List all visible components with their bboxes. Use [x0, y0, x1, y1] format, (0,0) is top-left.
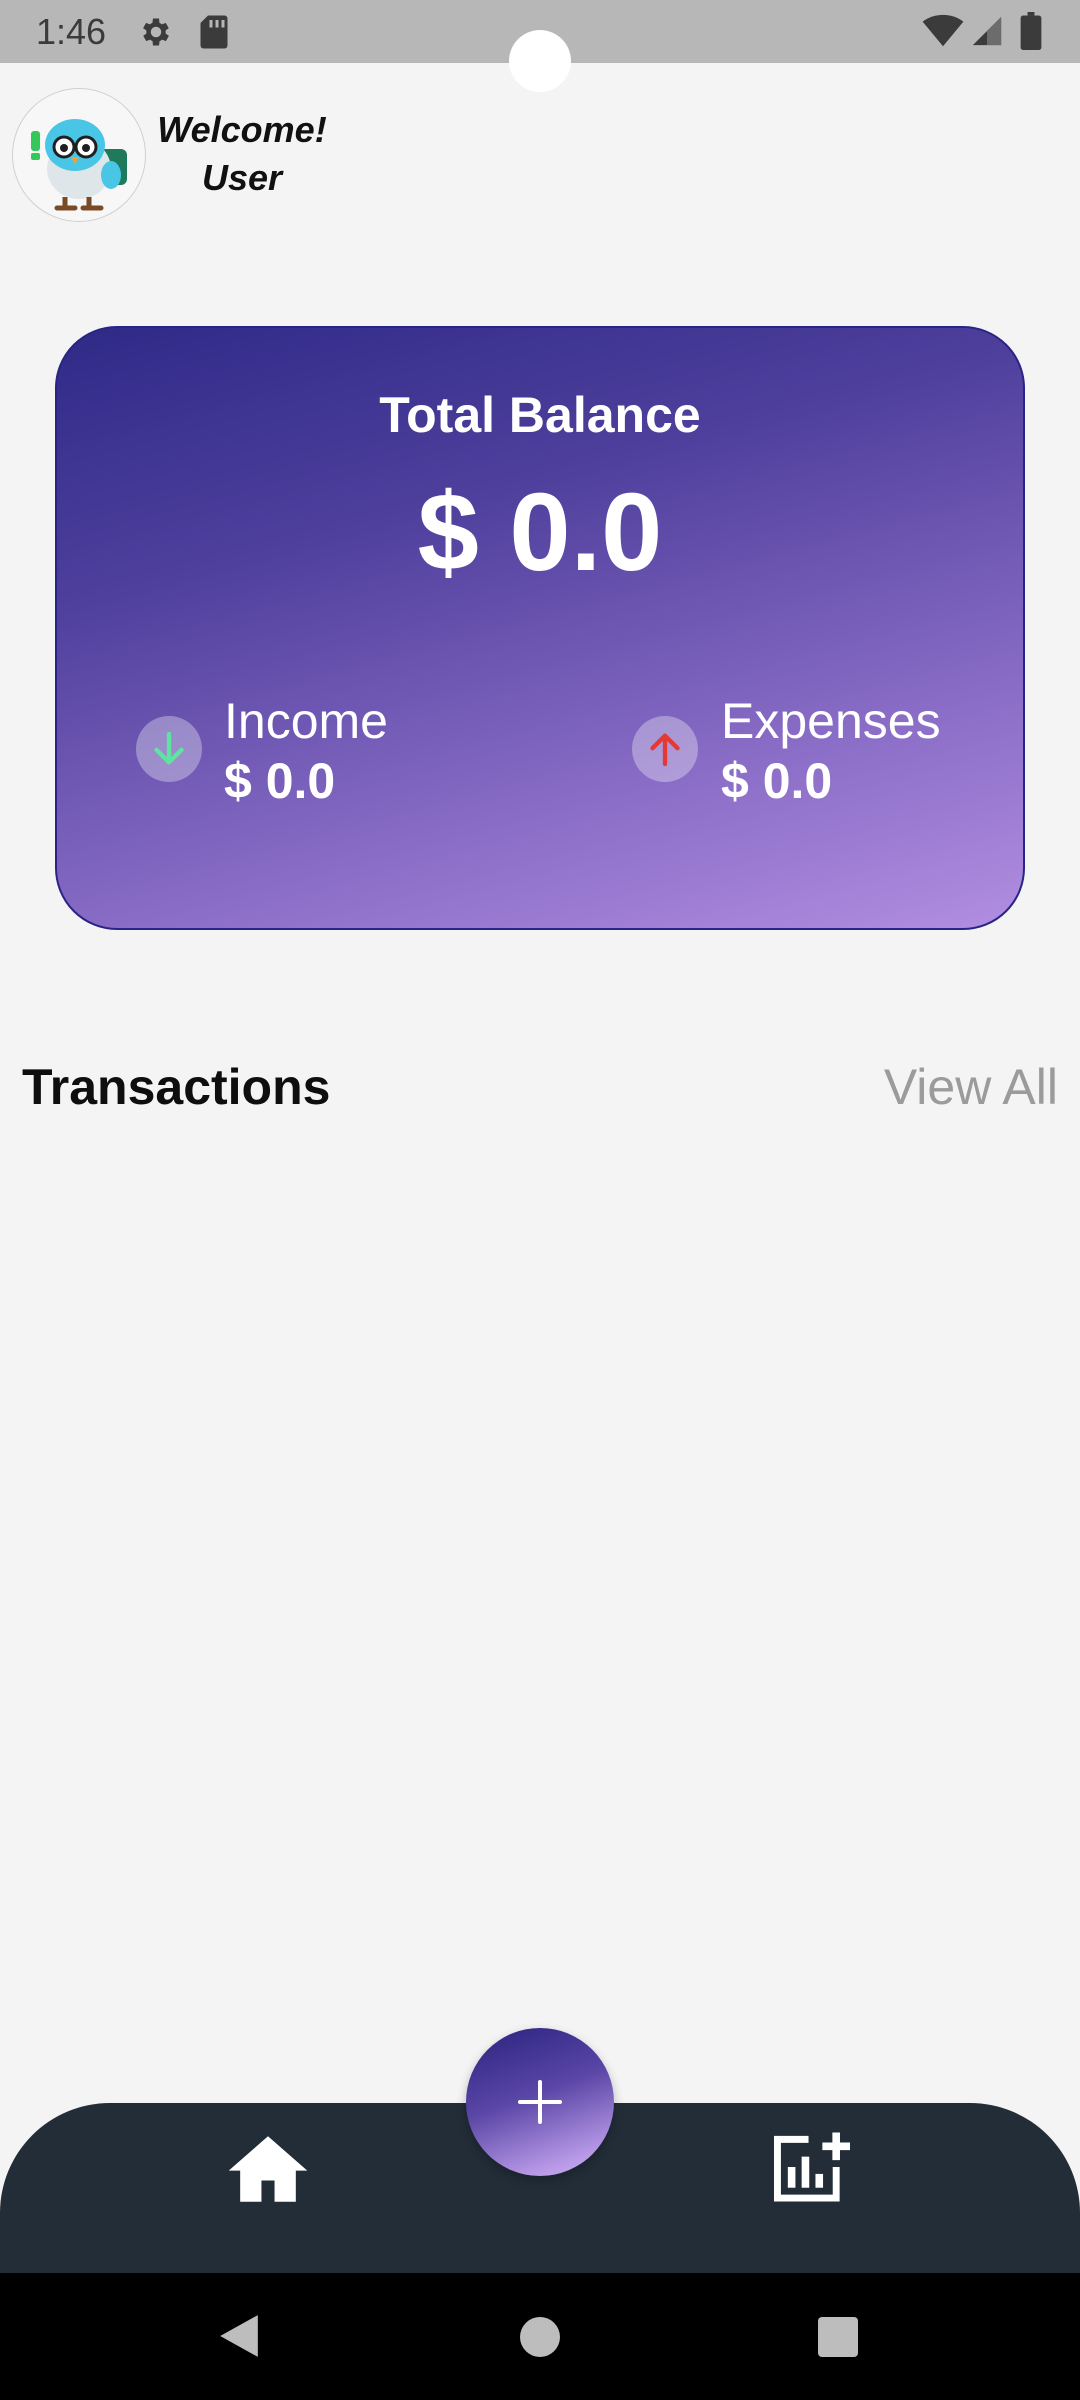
income-label: Income — [224, 693, 388, 749]
sd-card-icon — [200, 15, 228, 49]
balance-amount: $ 0.0 — [417, 471, 663, 594]
transactions-title: Transactions — [22, 1059, 331, 1115]
add-transaction-button[interactable] — [466, 2028, 614, 2176]
wifi-icon — [922, 14, 964, 47]
balance-card: Total Balance $ 0.0 Income $ 0.0 Expense… — [55, 326, 1025, 930]
signal-icon — [972, 16, 1002, 46]
back-icon[interactable] — [218, 2313, 260, 2359]
expenses-label: Expenses — [721, 693, 941, 749]
income-amount: $ 0.0 — [224, 753, 336, 809]
home-icon[interactable] — [228, 2133, 308, 2205]
user-name: User — [201, 157, 283, 198]
home-screen: 1:46 Welcome! User Total Balance $ 0.0 I… — [0, 0, 1080, 2400]
welcome-text: Welcome! — [157, 109, 327, 150]
battery-icon — [1020, 12, 1042, 50]
welcome-greeting: Welcome! User — [152, 106, 332, 202]
income-icon-badge — [136, 716, 202, 782]
camera-cutout — [509, 30, 571, 92]
plus-icon — [518, 2080, 562, 2124]
expenses-amount: $ 0.0 — [721, 753, 833, 809]
home-circle-icon[interactable] — [520, 2317, 560, 2357]
bird-mascot-avatar — [31, 119, 127, 211]
system-navigation-bar — [0, 2273, 1080, 2400]
status-time: 1:46 — [36, 11, 107, 52]
view-all-link[interactable]: View All — [884, 1058, 1058, 1116]
balance-title: Total Balance — [379, 387, 701, 443]
add-chart-icon[interactable] — [770, 2129, 854, 2205]
expense-icon-badge — [632, 716, 698, 782]
arrow-up-icon — [650, 733, 680, 767]
arrow-down-icon — [154, 731, 184, 765]
recents-square-icon[interactable] — [818, 2317, 858, 2357]
gear-icon — [143, 18, 169, 46]
avatar[interactable] — [12, 88, 146, 222]
